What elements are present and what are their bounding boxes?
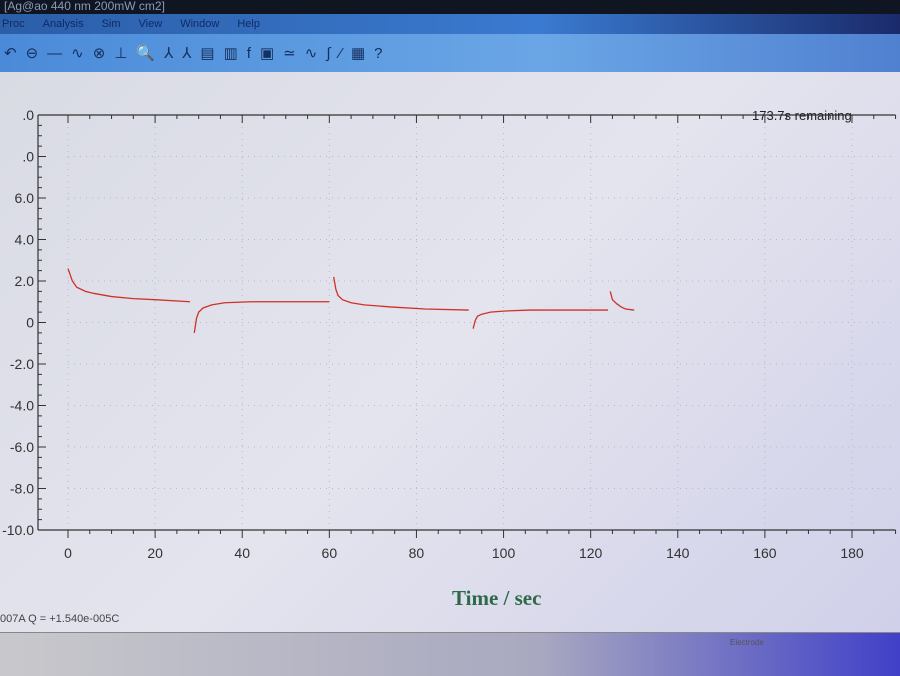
x-tick-label: 60 bbox=[322, 545, 338, 561]
x-tick-label: 80 bbox=[409, 545, 425, 561]
series-light-off-2 bbox=[472, 309, 609, 329]
y-tick-label: -8.0 bbox=[10, 481, 34, 497]
x-tick-label: 0 bbox=[64, 545, 72, 561]
series-light-off-1 bbox=[193, 301, 330, 333]
y-tick-label: -2.0 bbox=[10, 356, 34, 372]
plot: 0 20 40 60 80 100 120 140 160 180 .0 .0 6.0 4.0 2.0 0 -2… bbox=[2, 107, 897, 561]
y-tick-label: -6.0 bbox=[10, 439, 34, 455]
y-tick-label: .0 bbox=[22, 107, 34, 123]
series-light-on-2 bbox=[333, 276, 469, 311]
x-tick-label: 180 bbox=[840, 545, 864, 561]
y-tick-label: -10.0 bbox=[2, 522, 34, 538]
x-tick-label: 40 bbox=[234, 545, 250, 561]
x-tick-label: 100 bbox=[492, 545, 516, 561]
y-tick-label: 6.0 bbox=[15, 190, 35, 206]
x-tick-label: 160 bbox=[753, 545, 777, 561]
taskbar bbox=[0, 632, 900, 676]
y-tick-label: 2.0 bbox=[15, 273, 35, 289]
y-tick-label: -4.0 bbox=[10, 398, 34, 414]
series-light-on-3 bbox=[609, 291, 635, 311]
y-tick-label: 0 bbox=[26, 315, 34, 331]
electrode-label: Electrode bbox=[730, 638, 764, 647]
series-light-on-1 bbox=[67, 268, 190, 303]
y-tick-label: .0 bbox=[22, 149, 34, 165]
y-tick-label: 4.0 bbox=[15, 232, 35, 248]
x-tick-label: 20 bbox=[147, 545, 163, 561]
x-tick-label: 120 bbox=[579, 545, 603, 561]
time-remaining: 173.7s remaining bbox=[752, 108, 852, 123]
x-tick-label: 140 bbox=[666, 545, 690, 561]
status-readout: 007A Q = +1.540e-005C bbox=[0, 613, 120, 625]
x-axis-label: Time / sec bbox=[452, 586, 542, 610]
